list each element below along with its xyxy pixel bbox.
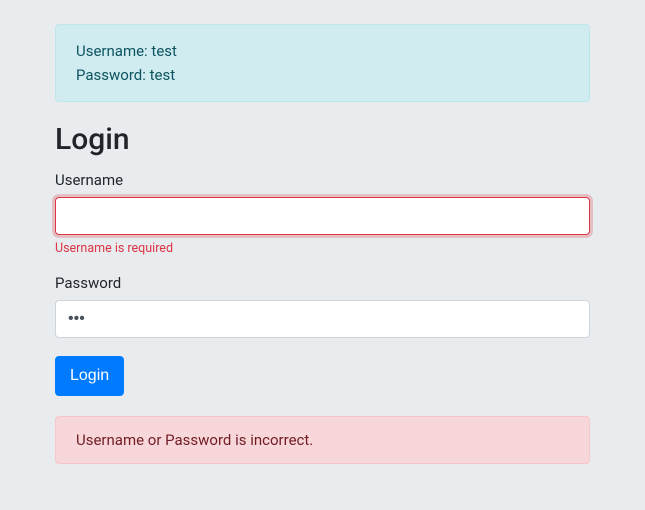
username-input[interactable] xyxy=(55,197,590,235)
error-alert: Username or Password is incorrect. xyxy=(55,416,590,464)
username-group: Username Username is required xyxy=(55,171,590,256)
password-group: Password xyxy=(55,274,590,338)
hint-username: Username: test xyxy=(76,40,569,63)
password-input[interactable] xyxy=(55,300,590,338)
login-button[interactable]: Login xyxy=(55,356,124,396)
hint-password: Password: test xyxy=(76,64,569,87)
username-label: Username xyxy=(55,171,590,189)
password-label: Password xyxy=(55,274,590,292)
credentials-hint: Username: test Password: test xyxy=(55,24,590,102)
username-error: Username is required xyxy=(55,241,590,256)
page-title: Login xyxy=(55,122,590,157)
